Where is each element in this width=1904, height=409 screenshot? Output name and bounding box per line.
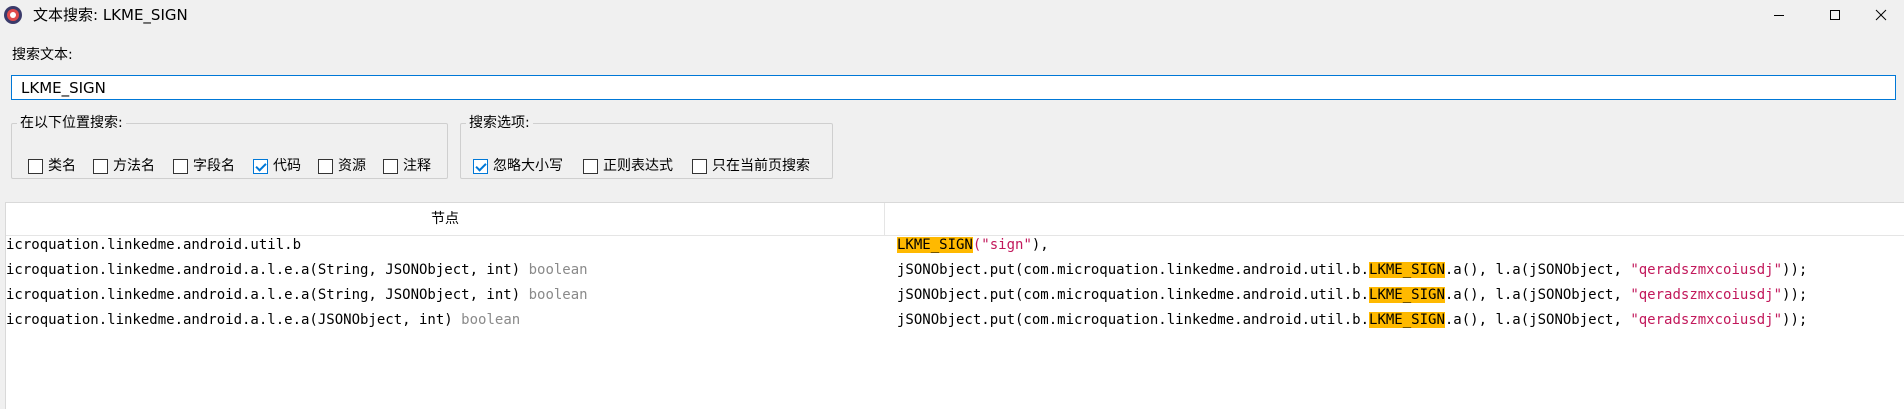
checkbox-label: 忽略大小写 xyxy=(493,158,563,174)
code-prefix: jSONObject.put(com.microquation.linkedme… xyxy=(897,312,1370,328)
table-row[interactable]: icroquation.linkedme.android.a.l.e.a(Str… xyxy=(6,284,1904,309)
code-cell: LKME_SIGN("sign"), xyxy=(897,237,1049,253)
app-icon xyxy=(4,6,22,24)
checkbox-comment[interactable]: 注释 xyxy=(383,157,431,175)
column-header-node[interactable]: 节点 xyxy=(6,203,885,236)
match-highlight: LKME_SIGN xyxy=(897,237,973,253)
table-row[interactable]: icroquation.linkedme.android.a.l.e.a(JSO… xyxy=(6,309,1904,334)
code-prefix: jSONObject.put(com.microquation.linkedme… xyxy=(897,262,1370,278)
checkbox-label: 资源 xyxy=(338,158,366,174)
code-prefix: jSONObject.put(com.microquation.linkedme… xyxy=(897,287,1370,303)
node-cell: icroquation.linkedme.android.a.l.e.a(JSO… xyxy=(6,312,520,328)
maximize-icon xyxy=(1830,10,1840,20)
title-bar: 文本搜索: LKME_SIGN xyxy=(0,0,1904,30)
checkbox-label: 代码 xyxy=(273,158,301,174)
checkbox-resource[interactable]: 资源 xyxy=(318,157,366,175)
checkbox-box[interactable] xyxy=(383,158,398,174)
code-suffix: )); xyxy=(1782,287,1808,303)
match-highlight: LKME_SIGN xyxy=(1369,287,1445,303)
checkbox-regex[interactable]: 正则表达式 xyxy=(583,157,673,175)
checkbox-box[interactable] xyxy=(173,158,188,174)
maximize-button[interactable] xyxy=(1812,0,1858,30)
checkbox-label: 注释 xyxy=(403,158,431,174)
checkbox-class-name[interactable]: 类名 xyxy=(28,157,76,175)
code-middle: .a(), l.a(jSONObject, xyxy=(1444,262,1631,278)
string-literal: "sign" xyxy=(981,237,1032,253)
code-cell: jSONObject.put(com.microquation.linkedme… xyxy=(897,287,1807,303)
checkbox-label: 字段名 xyxy=(193,158,235,174)
search-location-group: 在以下位置搜索: 类名 方法名 字段名 代码 资源 注释 xyxy=(11,115,448,179)
table-row[interactable]: icroquation.linkedme.android.util.b LKME… xyxy=(6,234,1904,259)
close-button[interactable] xyxy=(1858,0,1904,30)
checkbox-method-name[interactable]: 方法名 xyxy=(93,157,155,175)
search-options-legend: 搜索选项: xyxy=(469,115,530,131)
node-name: icroquation.linkedme.android.a.l.e.a(JSO… xyxy=(6,312,453,328)
return-type: boolean xyxy=(461,312,521,328)
minimize-icon xyxy=(1774,15,1784,16)
node-name: icroquation.linkedme.android.a.l.e.a(Str… xyxy=(6,262,521,278)
table-row[interactable]: icroquation.linkedme.android.a.l.e.a(Str… xyxy=(6,259,1904,284)
return-type: boolean xyxy=(528,262,588,278)
search-location-legend: 在以下位置搜索: xyxy=(20,115,123,131)
search-label: 搜索文本: xyxy=(12,47,73,63)
checkbox-box[interactable] xyxy=(473,158,488,174)
string-literal: "qeradszmxcoiusdj" xyxy=(1630,312,1783,328)
string-literal: "qeradszmxcoiusdj" xyxy=(1630,287,1783,303)
checkbox-box[interactable] xyxy=(318,158,333,174)
node-name: icroquation.linkedme.android.util.b xyxy=(6,237,302,253)
checkbox-label: 类名 xyxy=(48,158,76,174)
code-suffix: )); xyxy=(1782,312,1808,328)
checkbox-box[interactable] xyxy=(692,158,707,174)
search-input[interactable] xyxy=(11,75,1896,100)
node-cell: icroquation.linkedme.android.a.l.e.a(Str… xyxy=(6,262,588,278)
checkbox-label: 方法名 xyxy=(113,158,155,174)
return-type: boolean xyxy=(528,287,588,303)
checkbox-current-page[interactable]: 只在当前页搜索 xyxy=(692,157,810,175)
node-cell: icroquation.linkedme.android.util.b xyxy=(6,237,301,253)
window-title: 文本搜索: LKME_SIGN xyxy=(33,6,188,24)
code-cell: jSONObject.put(com.microquation.linkedme… xyxy=(897,262,1807,278)
checkbox-ignore-case[interactable]: 忽略大小写 xyxy=(473,157,563,175)
checkbox-box[interactable] xyxy=(253,158,268,174)
results-table: 节点 icroquation.linkedme.android.util.b L… xyxy=(5,202,1904,409)
node-cell: icroquation.linkedme.android.a.l.e.a(Str… xyxy=(6,287,588,303)
code-suffix: )); xyxy=(1782,262,1808,278)
checkbox-box[interactable] xyxy=(93,158,108,174)
match-highlight: LKME_SIGN xyxy=(1369,312,1445,328)
checkbox-box[interactable] xyxy=(583,158,598,174)
column-header-code[interactable] xyxy=(885,203,1904,236)
checkbox-label: 正则表达式 xyxy=(603,158,673,174)
code-suffix: ), xyxy=(1031,237,1049,253)
checkbox-label: 只在当前页搜索 xyxy=(712,158,810,174)
code-middle: .a(), l.a(jSONObject, xyxy=(1444,287,1631,303)
string-literal: "qeradszmxcoiusdj" xyxy=(1630,262,1783,278)
search-options-group: 搜索选项: 忽略大小写 正则表达式 只在当前页搜索 xyxy=(460,115,833,179)
checkbox-box[interactable] xyxy=(28,158,43,174)
code-cell: jSONObject.put(com.microquation.linkedme… xyxy=(897,312,1807,328)
node-name: icroquation.linkedme.android.a.l.e.a(Str… xyxy=(6,287,521,303)
checkbox-field-name[interactable]: 字段名 xyxy=(173,157,235,175)
code-middle: .a(), l.a(jSONObject, xyxy=(1444,312,1631,328)
minimize-button[interactable] xyxy=(1756,0,1802,30)
close-icon xyxy=(1875,9,1887,21)
checkbox-code[interactable]: 代码 xyxy=(253,157,301,175)
match-highlight: LKME_SIGN xyxy=(1369,262,1445,278)
